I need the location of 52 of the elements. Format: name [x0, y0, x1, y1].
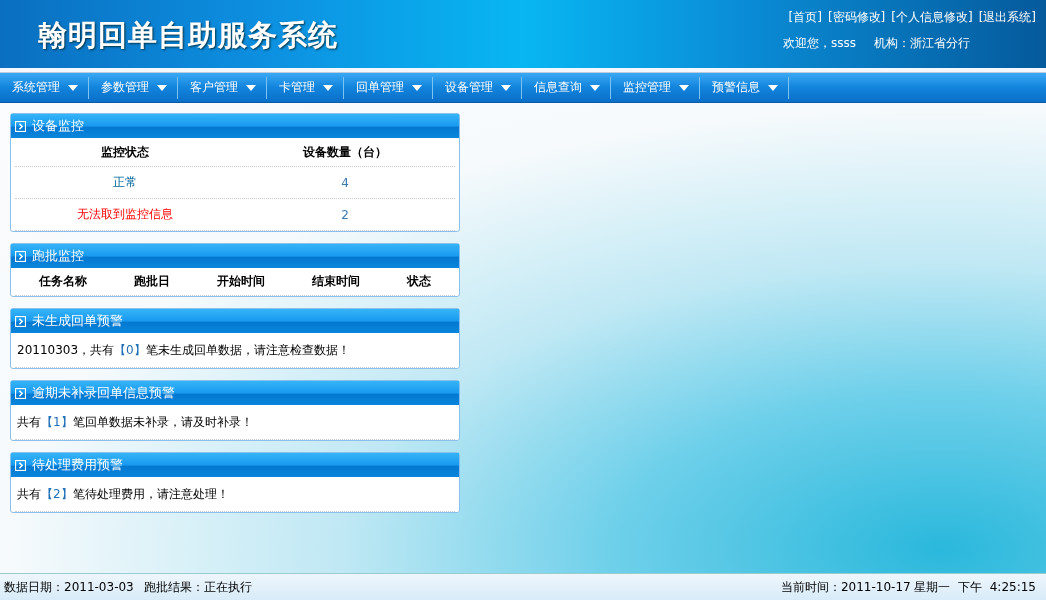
alert-message: 共有【1】笔回单数据未补录，请及时补录！ — [15, 405, 455, 440]
caret-icon — [323, 84, 333, 91]
menu-item[interactable]: 客户管理 — [178, 76, 267, 99]
status-cell-text: 无法取到监控信息 — [76, 206, 174, 223]
menu-item[interactable]: 预警信息 — [700, 76, 789, 99]
menu-item[interactable]: 回单管理 — [344, 76, 433, 99]
caret-icon — [501, 84, 511, 91]
column-header: 监控状态 — [100, 143, 150, 161]
header-link[interactable]: [首页] — [788, 9, 822, 26]
header-link[interactable]: [密码修改] — [827, 9, 886, 26]
panel-title: 待处理费用预警 — [32, 456, 123, 474]
caret-icon — [157, 84, 167, 91]
panel-title: 设备监控 — [32, 117, 84, 135]
expand-icon — [15, 459, 26, 471]
panel-title: 未生成回单预警 — [32, 312, 123, 330]
header-link[interactable]: [个人信息修改] — [891, 9, 973, 26]
panel-title: 跑批监控 — [32, 247, 84, 265]
expand-icon — [15, 315, 26, 327]
caret-icon — [768, 84, 778, 91]
column-header: 任务名称 — [38, 273, 87, 290]
app-title: 翰明回单自助服务系统 — [38, 17, 338, 54]
caret-icon — [590, 84, 600, 91]
welcome-text: 欢迎您，ssss — [783, 35, 856, 52]
status-cell-text: 正常 — [112, 174, 138, 191]
caret-icon — [412, 84, 422, 91]
column-header: 状态 — [407, 273, 432, 290]
status-text: 数据日期：2011-03-03 — [4, 578, 134, 596]
alert-message: 共有【2】笔待处理费用，请注意处理！ — [15, 477, 455, 512]
menu-item[interactable]: 卡管理 — [267, 76, 344, 99]
caret-icon — [246, 84, 256, 91]
expand-icon — [15, 250, 26, 262]
caret-icon — [679, 84, 689, 91]
expand-icon — [15, 387, 26, 399]
column-header: 结束时间 — [312, 273, 361, 290]
count-cell-text: 2 — [340, 207, 350, 222]
caret-icon — [68, 84, 78, 91]
menu-item[interactable]: 设备管理 — [433, 76, 522, 99]
panel-title: 逾期未补录回单信息预警 — [32, 384, 175, 402]
current-time-text: 当前时间：2011-10-17 星期一 下午 4:25:15 — [780, 578, 1036, 596]
header-link[interactable]: [退出系统] — [978, 9, 1036, 26]
column-header: 设备数量（台） — [301, 143, 388, 161]
organization-text: 机构：浙江省分行 — [874, 35, 970, 52]
menu-item[interactable]: 信息查询 — [522, 76, 611, 99]
menu-item[interactable]: 监控管理 — [611, 76, 700, 99]
column-header: 开始时间 — [216, 273, 265, 290]
menu-item[interactable]: 参数管理 — [89, 76, 178, 99]
expand-icon — [15, 120, 26, 132]
column-header: 跑批日 — [133, 273, 170, 290]
menu-item[interactable]: 系统管理 — [0, 76, 89, 99]
count-cell-text: 4 — [340, 175, 350, 190]
status-text: 跑批结果：正在执行 — [143, 578, 252, 596]
alert-message: 20110303，共有【0】笔未生成回单数据，请注意检查数据！ — [15, 333, 455, 368]
